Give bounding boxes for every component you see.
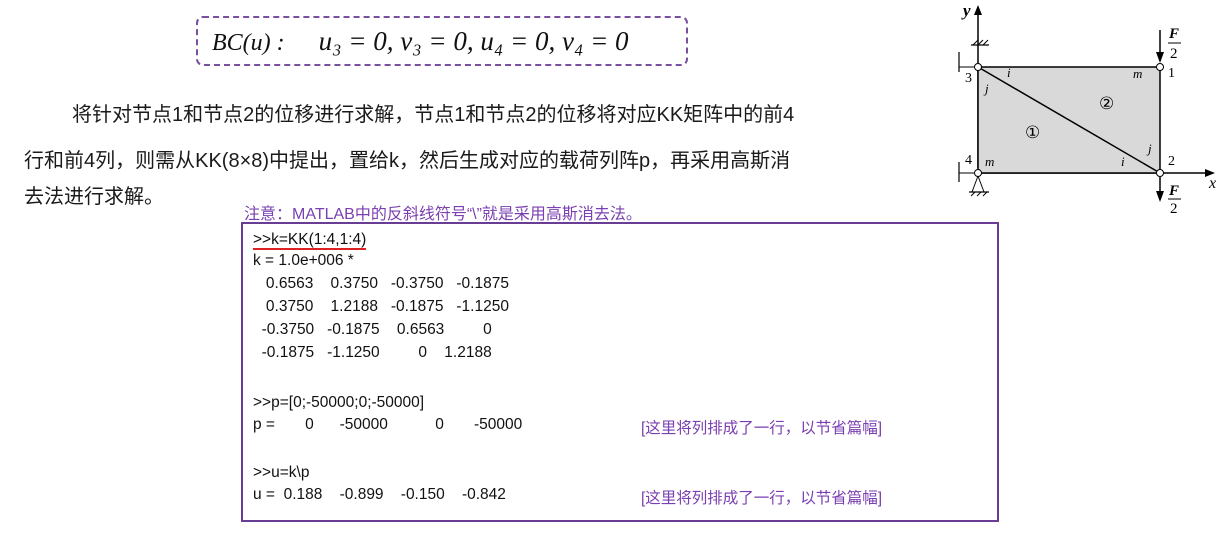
code-u-result: u = 0.188 -0.899 -0.150 -0.842 xyxy=(253,486,506,503)
node-3-label: 3 xyxy=(965,71,972,86)
bottom-support-leg-2 xyxy=(977,175,985,193)
node-2-point xyxy=(1156,169,1164,177)
boundary-condition-formula: BC(u) : u₃ = 0, v₃ = 0, u₄ = 0, v₄ = 0 xyxy=(212,26,629,57)
x-axis-label: x xyxy=(1208,175,1216,192)
paragraph-line-2: 行和前4列，则需从KK(8×8)中提出，置给k，然后生成对应的载荷列阵p，再采用… xyxy=(24,150,791,172)
node-3-pin xyxy=(974,63,982,71)
paragraph-line-3: 去法进行求解。 xyxy=(24,186,164,208)
node-4-pin xyxy=(974,169,982,177)
bottom-support-leg-1 xyxy=(971,175,979,193)
side-note-p: [这里将列排成了一行，以节省篇幅] xyxy=(641,420,883,437)
node-1-label: 1 xyxy=(1168,66,1175,81)
code-p-result: p = 0 -50000 0 -50000 xyxy=(253,416,523,433)
y-axis-arrow xyxy=(974,5,982,15)
node-1-point xyxy=(1156,63,1164,71)
local-i-bottom: i xyxy=(1121,154,1125,169)
code-command-p: >>p=[0;-50000;0;-50000] xyxy=(253,394,425,411)
paragraph-line-1: 将针对节点1和节点2的位移进行求解，节点1和节点2的位移将对应KK矩阵中的前4 xyxy=(72,104,795,126)
code-k-scale: k = 1.0e+006 * xyxy=(253,252,354,269)
local-m-top: m xyxy=(1133,66,1142,81)
code-matrix-row-2: 0.3750 1.2188 -0.1875 -1.1250 xyxy=(253,298,509,315)
bottom-load-numerator: F xyxy=(1168,183,1179,199)
top-load-arrow xyxy=(1156,52,1164,63)
bottom-support-hatch-3 xyxy=(982,191,988,197)
code-command-k: >>k=KK(1:4,1:4) xyxy=(253,231,367,250)
bottom-support-hatch-2 xyxy=(976,191,982,197)
element-1-label: ① xyxy=(1025,123,1040,142)
bc-equation: u₃ = 0, v₃ = 0, u₄ = 0, v₄ = 0 xyxy=(318,26,629,56)
local-i-top: i xyxy=(1007,65,1011,80)
bottom-support-hatch-1 xyxy=(970,191,976,197)
node-4-label: 4 xyxy=(965,153,972,168)
code-matrix-row-4: -0.1875 -1.1250 0 1.2188 xyxy=(253,344,492,361)
side-note-u: [这里将列排成了一行，以节省篇幅] xyxy=(641,490,883,507)
bottom-load-denominator: 2 xyxy=(1170,201,1178,215)
code-matrix-row-3: -0.3750 -0.1875 0.6563 0 xyxy=(253,321,492,338)
y-axis-label: y xyxy=(961,1,971,20)
local-m-bottom: m xyxy=(985,154,994,169)
fem-diagram: y x F 2 F 2 1 2 3 4 i j m m i j ① ② xyxy=(958,1,1216,215)
node-2-label: 2 xyxy=(1168,154,1175,169)
code-matrix-row-1: 0.6563 0.3750 -0.3750 -0.1875 xyxy=(253,275,509,292)
top-support-hatch-3 xyxy=(982,39,989,46)
top-load-denominator: 2 xyxy=(1170,46,1178,62)
element-2-label: ② xyxy=(1099,94,1114,113)
bottom-load-arrow xyxy=(1156,191,1164,202)
matlab-output-box: >>k=KK(1:4,1:4) k = 1.0e+006 * 0.6563 0.… xyxy=(241,222,999,522)
boundary-condition-box: BC(u) : u₃ = 0, v₃ = 0, u₄ = 0, v₄ = 0 xyxy=(196,16,688,66)
top-load-numerator: F xyxy=(1168,26,1179,42)
code-command-u: >>u=k\p xyxy=(253,464,310,481)
bc-label: BC(u) : xyxy=(212,30,285,56)
matlab-note: 注意：MATLAB中的反斜线符号“\”就是采用高斯消去法。 xyxy=(244,206,642,223)
